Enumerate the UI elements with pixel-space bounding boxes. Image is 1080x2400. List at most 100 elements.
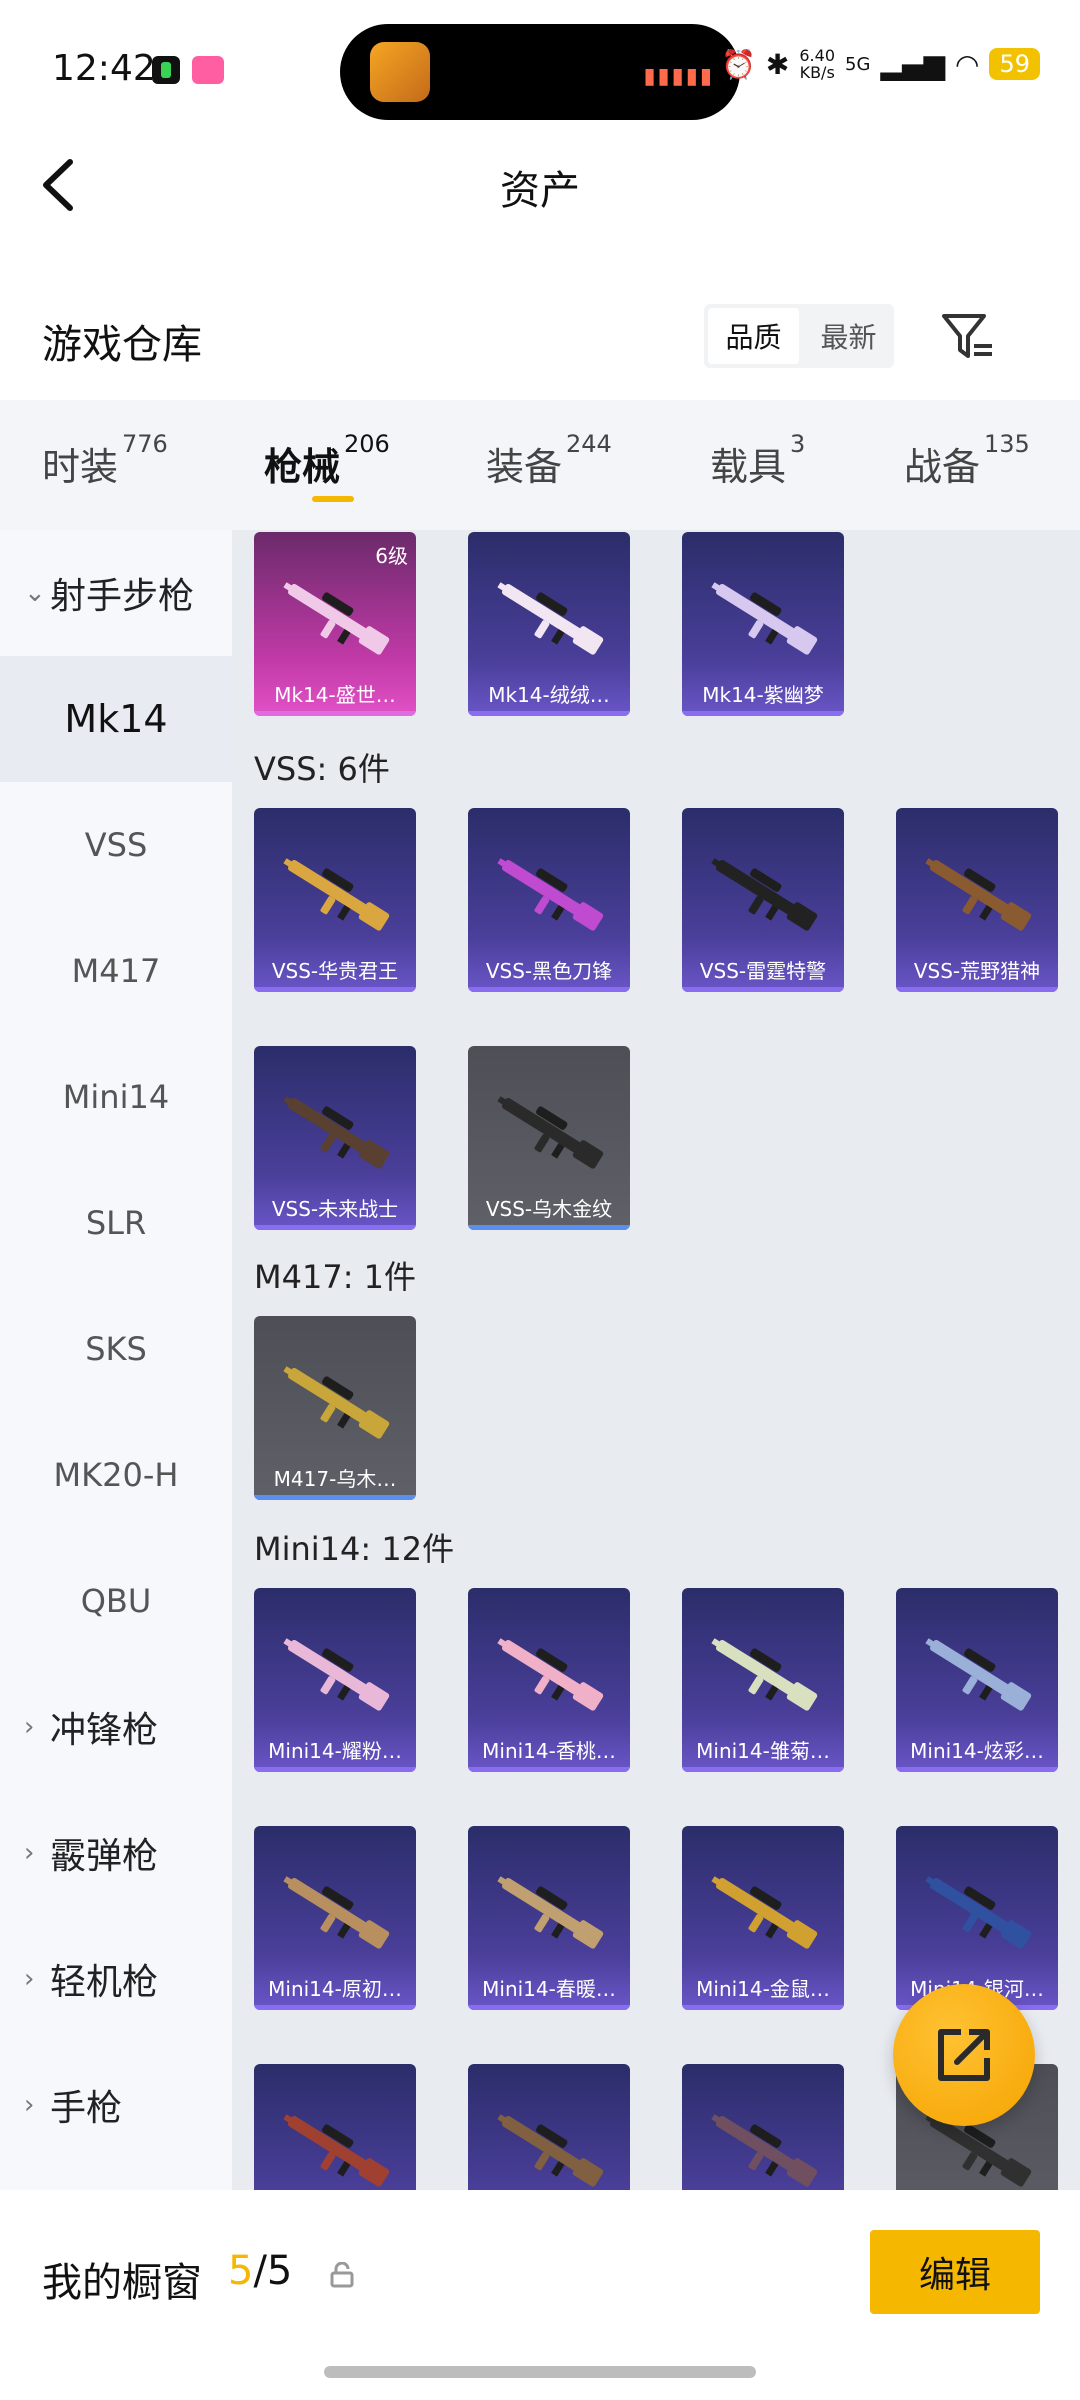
sidebar-group-pistol[interactable]: › 手枪	[0, 2042, 232, 2168]
media-thumbnail	[370, 42, 430, 102]
sidebar-item-sks[interactable]: SKS	[0, 1286, 232, 1412]
chevron-right-icon: ›	[24, 1712, 35, 1742]
weapon-item-name: Mini14-金鼠…	[696, 1977, 830, 2001]
category-tabs: 时装776 枪械206 装备244 载具3 战备135	[0, 400, 1080, 530]
weapon-item-card[interactable]	[468, 2064, 630, 2190]
weapon-item-card[interactable]: VSS-华贵君王	[254, 808, 416, 992]
sidebar-item-slr[interactable]: SLR	[0, 1160, 232, 1286]
share-fab-button[interactable]	[893, 1984, 1035, 2126]
weapon-item-card[interactable]: Mini14-雏菊…	[682, 1588, 844, 1772]
showcase-bar: 我的橱窗 5/5 编辑	[0, 2190, 1080, 2400]
weapon-type-sidebar: ⌄ 射手步枪 Mk14 VSS M417 Mini14 SLR SKS MK20-…	[0, 530, 232, 2190]
gun-image-icon	[283, 858, 390, 931]
status-bar: 12:42 ▮▮▮▮▮ ⏰ ✱ 6.40 KB/s 5G ▂▄▆ ◠ 59	[0, 0, 1080, 140]
tab-vehicles[interactable]: 载具3	[710, 430, 805, 491]
gun-image-icon	[711, 858, 818, 931]
gun-image-icon	[497, 2114, 604, 2187]
alarm-icon: ⏰	[721, 47, 756, 81]
weapon-item-name: Mk14-绒绒…	[488, 683, 610, 707]
tab-firearms[interactable]: 枪械206	[264, 430, 390, 491]
sidebar-item-mk14[interactable]: Mk14	[0, 656, 232, 782]
page-title: 资产	[500, 168, 580, 214]
weapon-item-card[interactable]: VSS-黑色刀锋	[468, 808, 630, 992]
weapon-item-name: Mini14-原初…	[268, 1977, 402, 2001]
weapon-item-card[interactable]: VSS-乌木金纹	[468, 1046, 630, 1230]
gun-image-icon	[925, 1876, 1032, 1949]
weapon-item-card[interactable]: Mk14-紫幽梦	[682, 532, 844, 716]
filter-icon[interactable]	[940, 310, 996, 364]
signal-icon: ▂▄▆	[880, 47, 946, 81]
weapon-item-card[interactable]: Mini14-原初…	[254, 1826, 416, 2010]
weapon-item-card[interactable]: Mini14-金鼠…	[682, 1826, 844, 2010]
weapon-item-card[interactable]: Mini14-耀粉…	[254, 1588, 416, 1772]
weapon-item-name: Mini14-春暖…	[482, 1977, 616, 2001]
sidebar-group-shotgun[interactable]: › 霰弹枪	[0, 1790, 232, 1916]
gun-image-icon	[283, 1876, 390, 1949]
sidebar-item-m417[interactable]: M417	[0, 908, 232, 1034]
tab-equipment[interactable]: 装备244	[486, 430, 612, 491]
gun-image-icon	[497, 1876, 604, 1949]
sidebar-item-mk20h[interactable]: MK20-H	[0, 1412, 232, 1538]
sidebar-group-lmg[interactable]: › 轻机枪	[0, 1916, 232, 2042]
weapon-item-name: Mini14-雏菊…	[696, 1739, 830, 1763]
weapon-item-card[interactable]: VSS-雷霆特警	[682, 808, 844, 992]
weapon-item-card[interactable]: Mini14-炫彩…	[896, 1588, 1058, 1772]
edit-button[interactable]: 编辑	[870, 2230, 1040, 2314]
sidebar-item-vss[interactable]: VSS	[0, 782, 232, 908]
weapon-item-card[interactable]: VSS-荒野猎神	[896, 808, 1058, 992]
gun-image-icon	[283, 2114, 390, 2187]
gun-image-icon	[283, 1638, 390, 1711]
weapon-item-name: Mk14-盛世…	[274, 683, 396, 707]
gun-image-icon	[497, 582, 604, 655]
network-speed: 6.40 KB/s	[799, 46, 835, 82]
chevron-right-icon: ›	[24, 2090, 35, 2120]
battery-indicator: 59	[989, 48, 1040, 80]
weapon-item-card[interactable]: 6级 Mk14-盛世…	[254, 532, 416, 716]
gun-image-icon	[283, 1366, 390, 1439]
sort-latest-button[interactable]: 最新	[803, 304, 894, 368]
weapon-item-card[interactable]: VSS-未来战士	[254, 1046, 416, 1230]
status-icons: ⏰ ✱ 6.40 KB/s 5G ▂▄▆ ◠ 59	[721, 44, 1040, 84]
gun-image-icon	[283, 1096, 390, 1169]
sidebar-item-mini14[interactable]: Mini14	[0, 1034, 232, 1160]
weapon-item-card[interactable]	[254, 2064, 416, 2190]
tab-supplies[interactable]: 战备135	[904, 430, 1030, 491]
weapon-item-name: M417-乌木…	[273, 1467, 397, 1491]
weapon-item-card[interactable]	[682, 2064, 844, 2190]
dynamic-island[interactable]: ▮▮▮▮▮	[340, 24, 740, 120]
weapon-item-card[interactable]: Mini14-春暖…	[468, 1826, 630, 2010]
weapon-item-card[interactable]: M417-乌木…	[254, 1316, 416, 1500]
status-time: 12:42	[52, 48, 156, 89]
gun-image-icon	[925, 858, 1032, 931]
home-indicator[interactable]	[324, 2366, 756, 2378]
bluetooth-icon: ✱	[765, 47, 790, 81]
weapon-item-card[interactable]: Mini14-银河…	[896, 1826, 1058, 2010]
weapon-item-name: VSS-未来战士	[271, 1197, 399, 1221]
active-tab-indicator	[312, 496, 354, 502]
wifi-icon: ◠	[955, 47, 980, 81]
sidebar-item-qbu[interactable]: QBU	[0, 1538, 232, 1664]
weapon-item-name: VSS-雷霆特警	[699, 959, 827, 983]
chevron-right-icon: ›	[24, 1964, 35, 1994]
weapon-item-name: VSS-华贵君王	[271, 959, 399, 983]
chevron-down-icon: ⌄	[24, 578, 46, 608]
sort-quality-button[interactable]: 品质	[708, 308, 799, 364]
weapon-item-name: VSS-乌木金纹	[485, 1197, 613, 1221]
gun-image-icon	[925, 1638, 1032, 1711]
weapon-item-name: VSS-黑色刀锋	[485, 959, 613, 983]
weapon-item-card[interactable]: Mk14-绒绒…	[468, 532, 630, 716]
gun-image-icon	[497, 1096, 604, 1169]
sidebar-group-smg[interactable]: › 冲锋枪	[0, 1664, 232, 1790]
weapon-item-name: Mini14-香桃…	[482, 1739, 616, 1763]
sidebar-group-marksman[interactable]: ⌄ 射手步枪	[0, 530, 232, 656]
chevron-right-icon: ›	[24, 1838, 35, 1868]
signal-label: 5G	[845, 53, 871, 75]
sort-toggle: 品质 最新	[704, 304, 894, 368]
showcase-count: 5/5	[228, 2248, 293, 2294]
weapon-item-name: Mini14-耀粉…	[268, 1739, 402, 1763]
group-label-vss: VSS: 6件	[254, 750, 390, 788]
item-grid-panel: VSS: 6件 M417: 1件 Mini14: 12件 6级 Mk14-盛世… M…	[232, 530, 1080, 2190]
weapon-item-card[interactable]: Mini14-香桃…	[468, 1588, 630, 1772]
gun-image-icon	[497, 858, 604, 931]
tab-skins[interactable]: 时装776	[42, 430, 168, 491]
